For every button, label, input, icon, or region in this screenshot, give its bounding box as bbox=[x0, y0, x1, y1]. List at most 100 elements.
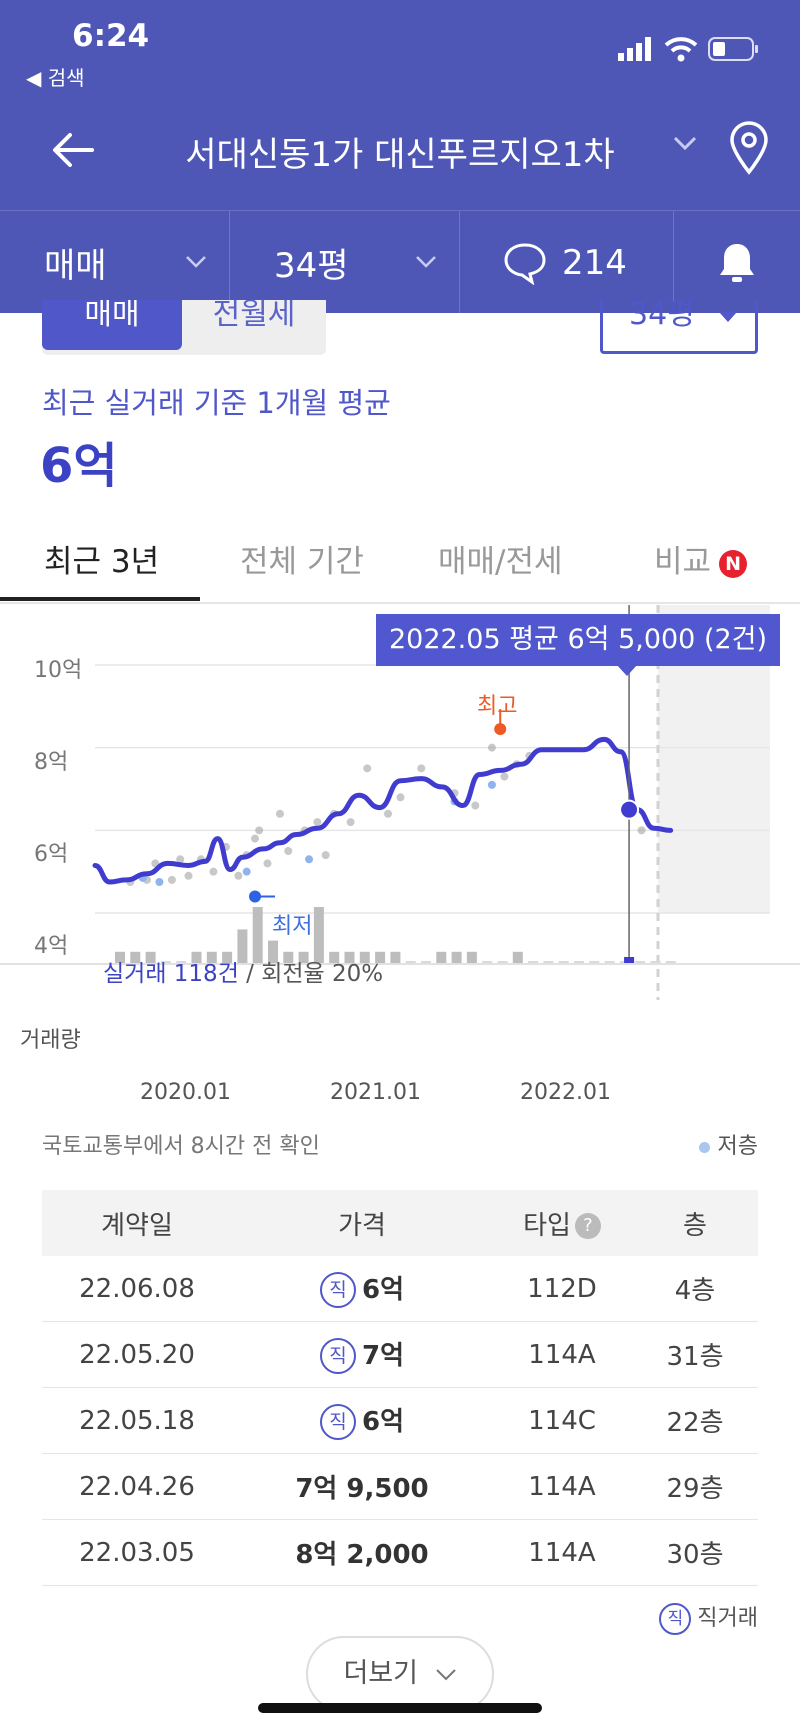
volume-bar bbox=[635, 961, 646, 963]
row-date: 22.05.20 bbox=[79, 1339, 195, 1370]
signal-icon bbox=[618, 37, 651, 61]
tab-compare[interactable]: 비교 N bbox=[654, 536, 748, 581]
low-floor-point bbox=[242, 867, 251, 876]
volume-bar bbox=[482, 961, 493, 963]
selected-volume-bar bbox=[624, 957, 635, 963]
legend-low-label: 저층 bbox=[717, 1134, 758, 1159]
legend-direct-label: 직거래 bbox=[697, 1606, 758, 1631]
row-price: 8억 2,000 bbox=[232, 1534, 492, 1571]
tab-recent-3y[interactable]: 최근 3년 bbox=[44, 536, 159, 581]
trade-point bbox=[275, 809, 284, 818]
size-filter[interactable]: 34평 bbox=[230, 211, 460, 314]
trade-point bbox=[284, 847, 293, 855]
price-value: 6억 bbox=[361, 1406, 404, 1437]
help-icon[interactable]: ? bbox=[574, 1213, 601, 1239]
trade-point bbox=[234, 871, 243, 880]
tab-compare-label: 비교 bbox=[654, 544, 712, 580]
tab-all-period[interactable]: 전체 기간 bbox=[240, 536, 364, 581]
table-row[interactable]: 22.06.08 직 6억 112D 4층 bbox=[42, 1256, 758, 1322]
more-button-label: 더보기 bbox=[343, 1658, 418, 1689]
status-time: 6:24 bbox=[72, 18, 150, 54]
volume-bar bbox=[512, 951, 523, 963]
row-type: 114A bbox=[528, 1339, 596, 1370]
trade-point bbox=[500, 772, 509, 781]
row-type: 114A bbox=[528, 1537, 596, 1568]
row-floor: 29층 bbox=[666, 1474, 724, 1504]
high-point bbox=[494, 723, 507, 736]
toggle-rent[interactable]: 전월세 bbox=[182, 300, 326, 350]
tooltip-pointer bbox=[616, 664, 638, 676]
volume-bar bbox=[466, 951, 477, 963]
chevron-down-icon bbox=[435, 1669, 456, 1681]
trade-point bbox=[346, 818, 355, 827]
more-button[interactable]: 더보기 bbox=[306, 1636, 494, 1712]
volume-bar bbox=[405, 961, 416, 963]
price-value: 7억 bbox=[361, 1340, 404, 1371]
trade-type-label: 매매 bbox=[44, 246, 107, 286]
trade-point bbox=[471, 801, 480, 810]
y-tick-label: 8억 bbox=[34, 750, 69, 775]
table-header: 계약일 가격 타입? 층 bbox=[42, 1190, 758, 1256]
trade-type-filter[interactable]: 매매 bbox=[0, 211, 230, 314]
tab-sale-lease[interactable]: 매매/전세 bbox=[438, 536, 563, 581]
battery-icon bbox=[708, 37, 758, 61]
trade-point bbox=[313, 818, 322, 827]
volume-bar bbox=[421, 961, 431, 963]
data-source: 국토교통부에서 8시간 전 확인 bbox=[42, 1134, 320, 1159]
size-select-label: 34평 bbox=[629, 297, 695, 332]
row-price: 7억 9,500 bbox=[232, 1468, 492, 1505]
direct-deal-icon: 직 bbox=[319, 1272, 356, 1309]
trade-point bbox=[263, 859, 272, 868]
low-floor-point bbox=[487, 780, 496, 789]
selected-point bbox=[619, 799, 640, 820]
table-row[interactable]: 22.03.05 8억 2,000 114A 30층 bbox=[42, 1520, 758, 1586]
trade-point bbox=[184, 871, 193, 880]
high-label: 최고 bbox=[477, 694, 518, 719]
period-tabs: 최근 3년 전체 기간 매매/전세 비교 N bbox=[0, 522, 800, 604]
volume-bar bbox=[558, 961, 569, 963]
chevron-down-icon[interactable] bbox=[672, 135, 698, 151]
trade-point bbox=[637, 826, 646, 835]
table-row[interactable]: 22.05.20 직 7억 114A 31층 bbox=[42, 1322, 758, 1388]
price-chart-svg bbox=[0, 605, 800, 1000]
volume-bar bbox=[574, 961, 584, 963]
trade-point bbox=[209, 867, 218, 876]
new-badge: N bbox=[719, 549, 748, 578]
price-chart[interactable] bbox=[0, 605, 800, 1125]
trade-point bbox=[487, 743, 496, 752]
status-icons bbox=[618, 36, 760, 62]
volume-bar bbox=[528, 961, 539, 963]
trade-point bbox=[255, 826, 264, 835]
legend-low-floor: 저층 bbox=[698, 1128, 758, 1160]
row-floor: 4층 bbox=[674, 1276, 716, 1306]
table-row[interactable]: 22.04.26 7억 9,500 114A 29층 bbox=[42, 1454, 758, 1520]
row-date: 22.06.08 bbox=[79, 1273, 195, 1304]
bell-icon bbox=[720, 243, 754, 282]
location-pin-icon[interactable] bbox=[728, 121, 770, 175]
volume-bar bbox=[436, 951, 447, 963]
chevron-down-icon bbox=[416, 256, 436, 268]
legend-direct: 직 직거래 bbox=[659, 1600, 758, 1635]
speech-bubble-icon bbox=[504, 242, 546, 285]
row-date: 22.04.26 bbox=[79, 1471, 195, 1502]
col-floor: 층 bbox=[683, 1210, 707, 1241]
chevron-down-icon bbox=[186, 256, 206, 268]
trade-point bbox=[167, 875, 176, 884]
size-select[interactable]: 34평 bbox=[600, 300, 758, 354]
trade-point bbox=[321, 851, 330, 860]
direct-deal-icon: 직 bbox=[319, 1404, 356, 1441]
row-price: 직 6억 bbox=[232, 1269, 492, 1309]
trade-point bbox=[396, 793, 405, 802]
row-floor: 30층 bbox=[666, 1540, 724, 1570]
table-row[interactable]: 22.05.18 직 6억 114C 22층 bbox=[42, 1388, 758, 1454]
toggle-sale[interactable]: 매매 bbox=[42, 300, 182, 350]
trade-count: 실거래 118건 bbox=[103, 961, 239, 987]
row-floor: 22층 bbox=[666, 1408, 724, 1438]
trade-point bbox=[384, 809, 393, 818]
status-back-link[interactable]: ◀ 검색 bbox=[26, 62, 85, 91]
volume-bar bbox=[650, 961, 661, 963]
y-tick-label: 6억 bbox=[34, 842, 69, 867]
direct-mark-icon: 직 bbox=[659, 1603, 692, 1635]
x-tick-label: 2022.01 bbox=[520, 1080, 611, 1105]
price-value: 8억 2,000 bbox=[295, 1540, 429, 1570]
